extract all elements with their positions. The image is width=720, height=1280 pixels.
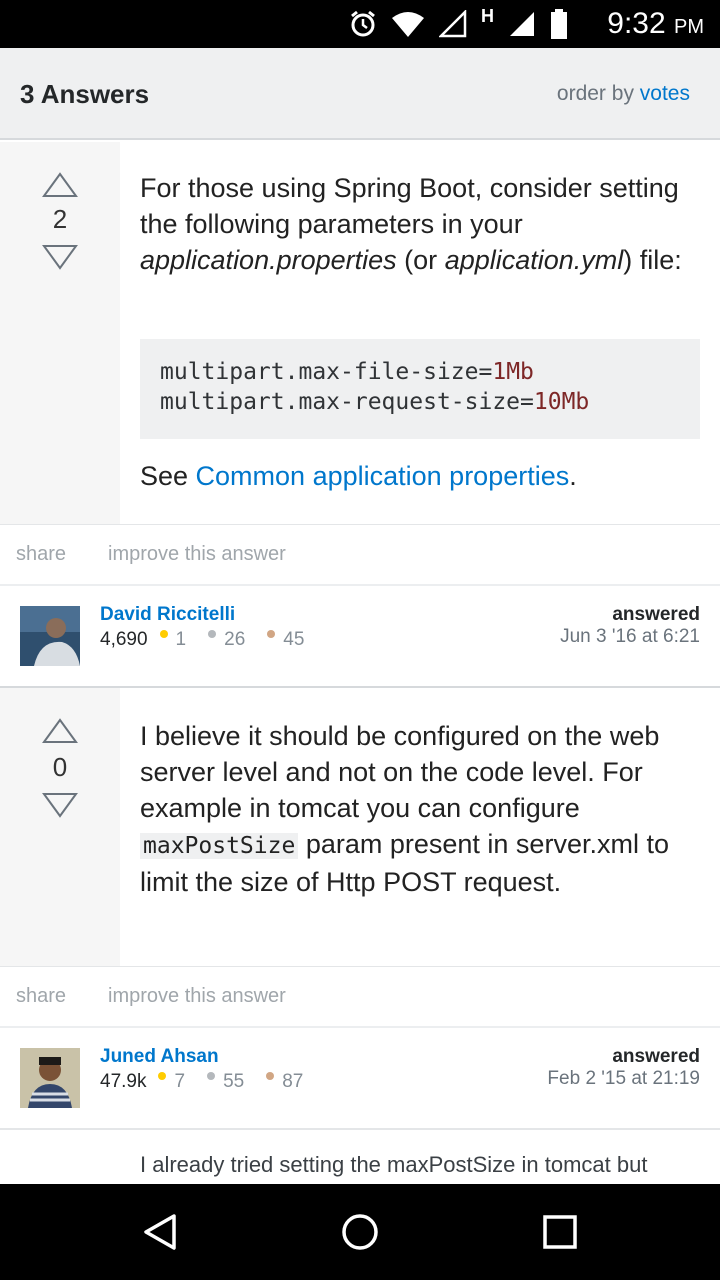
navigation-bar [0, 1184, 720, 1280]
avatar[interactable] [20, 606, 80, 666]
order-prefix: order by [556, 82, 634, 105]
sort-order[interactable]: order by votes [557, 82, 690, 106]
vote-count: 2 [52, 204, 68, 234]
user-card: David Riccitelli 4,690 1 26 45 answered … [0, 586, 720, 686]
code-line: multipart.max-request-size=10Mb [160, 387, 680, 417]
wifi-icon [392, 12, 424, 37]
user-reputation: 4,690 1 26 45 [100, 629, 304, 651]
answer-text: (or [396, 245, 445, 275]
signal-icon [510, 12, 534, 36]
reputation-score: 4,690 [100, 629, 148, 650]
status-icons: H [349, 5, 568, 40]
see-line: See Common application properties. [140, 458, 700, 494]
inline-code: maxPostSize [140, 833, 299, 859]
code-value: 10Mb [533, 389, 590, 415]
answered-info: answered Feb 2 '15 at 21:19 [547, 1046, 700, 1090]
user-card: Juned Ahsan 47.9k 7 55 87 answered Feb 2… [0, 1028, 720, 1128]
answered-label: answered [612, 1046, 700, 1067]
share-link[interactable]: share [16, 985, 66, 1008]
answers-header: 3 Answers order by votes [0, 48, 720, 140]
gold-badge-icon [159, 630, 168, 638]
answer-text: I believe it should be configured on the… [140, 721, 660, 823]
bronze-badge-icon [266, 1072, 275, 1080]
answer-divider [0, 1128, 720, 1130]
clock: 9:32 PM [607, 6, 704, 45]
improve-answer-link[interactable]: improve this answer [108, 543, 286, 566]
gold-badge-count: 7 [174, 1071, 186, 1092]
answer-text: For those using Spring Boot, consider se… [140, 173, 679, 239]
signal-empty-icon [439, 10, 467, 38]
vote-column: 0 [0, 688, 120, 966]
answer-text: ) file: [623, 245, 682, 275]
answer-text-em: application.properties [140, 245, 397, 275]
comment-preview: I already tried setting the maxPostSize … [140, 1152, 648, 1177]
recents-icon[interactable] [540, 1212, 580, 1252]
answer-body: I believe it should be configured on the… [140, 718, 700, 900]
user-name-link[interactable]: Juned Ahsan [100, 1046, 219, 1068]
gold-badge-icon [158, 1072, 167, 1080]
share-link[interactable]: share [16, 543, 66, 566]
vote-column: 2 [0, 142, 120, 524]
back-icon[interactable] [140, 1212, 180, 1252]
code-key: multipart.max-file-size= [160, 359, 493, 385]
vote-count: 0 [52, 752, 68, 782]
answer-body: For those using Spring Boot, consider se… [140, 170, 700, 278]
silver-badge-icon [208, 630, 217, 638]
upvote-arrow-icon[interactable] [42, 718, 78, 744]
answers-count-title: 3 Answers [20, 79, 150, 109]
home-icon[interactable] [340, 1212, 380, 1252]
code-value: 1Mb [492, 359, 534, 385]
clock-time: 9:32 [607, 7, 666, 40]
bronze-badge-icon [267, 630, 276, 638]
gold-badge-count: 1 [175, 629, 187, 650]
code-key: multipart.max-request-size= [160, 389, 534, 415]
common-properties-link[interactable]: Common application properties [196, 461, 570, 491]
user-name-link[interactable]: David Riccitelli [100, 604, 235, 626]
order-votes-link[interactable]: votes [640, 82, 690, 105]
bronze-badge-count: 87 [282, 1071, 304, 1092]
answer-actions: share improve this answer [0, 524, 720, 586]
bronze-badge-count: 45 [283, 629, 305, 650]
silver-badge-count: 55 [223, 1071, 245, 1092]
downvote-arrow-icon[interactable] [42, 244, 78, 270]
alarm-icon [351, 10, 375, 37]
h-network-icon: H [481, 5, 494, 26]
battery-icon [551, 9, 567, 39]
answered-date: Feb 2 '15 at 21:19 [547, 1068, 700, 1089]
silver-badge-count: 26 [224, 629, 246, 650]
answer-text-em: application.yml [444, 245, 624, 275]
answer-1: 2 For those using Spring Boot, consider … [0, 142, 720, 688]
answered-date: Jun 3 '16 at 6:21 [560, 626, 700, 647]
answer-actions: share improve this answer [0, 966, 720, 1028]
upvote-arrow-icon[interactable] [42, 172, 78, 198]
user-reputation: 47.9k 7 55 87 [100, 1071, 303, 1093]
answered-info: answered Jun 3 '16 at 6:21 [560, 604, 700, 648]
answered-label: answered [612, 604, 700, 625]
see-suffix: . [569, 461, 577, 491]
avatar[interactable] [20, 1048, 80, 1108]
code-block: multipart.max-file-size=1Mb multipart.ma… [140, 339, 700, 439]
status-bar: H 9:32 PM [0, 0, 720, 48]
silver-badge-icon [207, 1072, 216, 1080]
see-prefix: See [140, 461, 196, 491]
answer-2: 0 I believe it should be configured on t… [0, 688, 720, 1128]
clock-ampm: PM [674, 16, 704, 38]
code-line: multipart.max-file-size=1Mb [160, 357, 680, 387]
downvote-arrow-icon[interactable] [42, 792, 78, 818]
reputation-score: 47.9k [100, 1071, 147, 1092]
improve-answer-link[interactable]: improve this answer [108, 985, 286, 1008]
